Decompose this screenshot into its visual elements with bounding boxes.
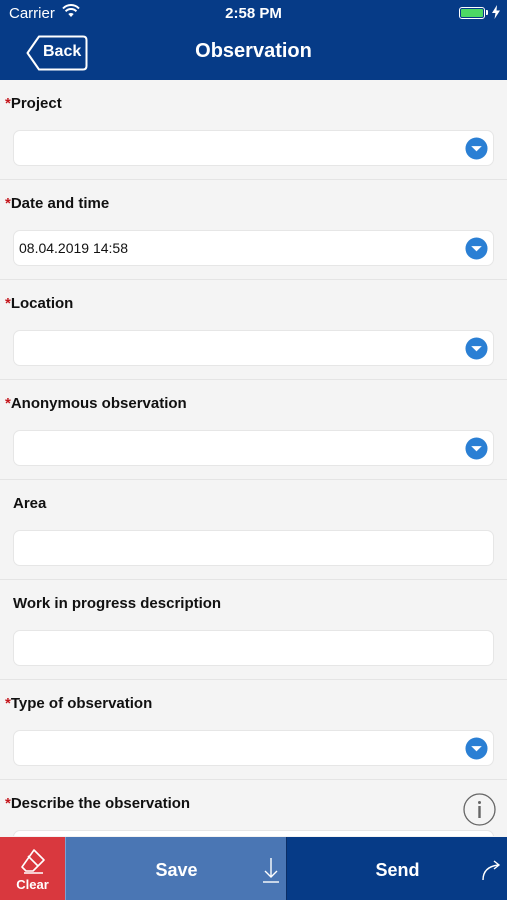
page-title: Observation bbox=[195, 40, 312, 62]
chevron-down-circle-icon bbox=[465, 237, 488, 260]
describe-observation-input[interactable] bbox=[13, 830, 494, 836]
send-label: Send bbox=[375, 860, 420, 880]
save-button[interactable]: Save bbox=[65, 837, 286, 900]
field-project: *Project bbox=[0, 80, 507, 180]
send-button[interactable]: Send bbox=[286, 837, 507, 900]
download-arrow-icon bbox=[263, 858, 279, 883]
field-describe-the-observation: *Describe the observation bbox=[0, 780, 507, 836]
field-label: Area bbox=[13, 495, 47, 512]
status-bar: Carrier 2:58 PM bbox=[0, 0, 507, 28]
field-label: *Project bbox=[5, 95, 62, 112]
bottom-toolbar: Clear Save Send bbox=[0, 837, 507, 900]
field-label: *Anonymous observation bbox=[5, 395, 187, 412]
date-time-value: 08.04.2019 14:58 bbox=[19, 240, 128, 256]
field-label: Work in progress description bbox=[13, 595, 222, 612]
field-label: *Type of observation bbox=[5, 695, 153, 712]
observation-form: *Project *Date and time 08.04.2019 14:58… bbox=[0, 80, 507, 836]
work-in-progress-input[interactable] bbox=[13, 630, 494, 666]
type-of-observation-select[interactable] bbox=[13, 730, 494, 766]
battery-tip bbox=[486, 10, 488, 15]
field-work-in-progress-description: Work in progress description bbox=[0, 580, 507, 680]
field-anonymous-observation: *Anonymous observation bbox=[0, 380, 507, 480]
chevron-down-circle-icon bbox=[465, 337, 488, 360]
location-select[interactable] bbox=[13, 330, 494, 366]
field-label: *Location bbox=[5, 295, 74, 312]
chevron-down-circle-icon bbox=[465, 137, 488, 160]
info-icon[interactable] bbox=[463, 793, 496, 826]
charging-bolt-icon bbox=[492, 5, 500, 19]
chevron-down-circle-icon bbox=[465, 737, 488, 760]
project-select[interactable] bbox=[13, 130, 494, 166]
field-label: *Describe the observation bbox=[5, 795, 191, 812]
forward-arrow-icon bbox=[482, 860, 501, 881]
field-label: *Date and time bbox=[5, 195, 110, 212]
area-input[interactable] bbox=[13, 530, 494, 566]
field-type-of-observation: *Type of observation bbox=[0, 680, 507, 780]
field-area: Area bbox=[0, 480, 507, 580]
battery-icon bbox=[459, 7, 485, 19]
eraser-icon bbox=[21, 849, 45, 874]
navigation-bar: Back Observation bbox=[0, 28, 507, 80]
clear-button[interactable]: Clear bbox=[0, 837, 65, 900]
field-location: *Location bbox=[0, 280, 507, 380]
save-label: Save bbox=[155, 860, 198, 880]
date-time-select[interactable]: 08.04.2019 14:58 bbox=[13, 230, 494, 266]
chevron-down-circle-icon bbox=[465, 437, 488, 460]
field-date-and-time: *Date and time 08.04.2019 14:58 bbox=[0, 180, 507, 280]
status-time: 2:58 PM bbox=[225, 5, 282, 22]
anonymous-observation-select[interactable] bbox=[13, 430, 494, 466]
clear-label: Clear bbox=[16, 877, 49, 892]
